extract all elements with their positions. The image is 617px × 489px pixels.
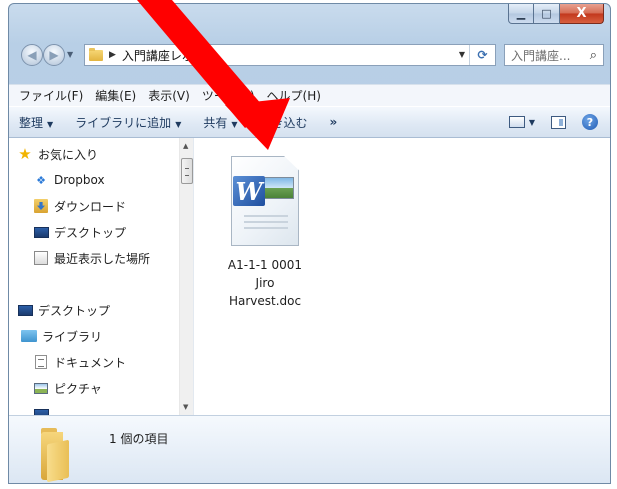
- desktop-icon: [17, 302, 33, 318]
- menu-file[interactable]: ファイル(F): [13, 87, 89, 104]
- tree-item-favorites[interactable]: ★ お気に入り: [17, 144, 98, 164]
- tree-item-libraries[interactable]: ライブラリ: [21, 326, 102, 346]
- file-name-line: Jiro: [255, 276, 275, 290]
- tree-label: ドキュメント: [54, 355, 127, 370]
- tree-item-recent-places[interactable]: 最近表示した場所: [33, 248, 150, 268]
- tree-label: ライブラリ: [42, 329, 103, 344]
- tree-item-downloads[interactable]: ダウンロード: [33, 196, 126, 216]
- scrollbar-thumb[interactable]: [181, 158, 193, 184]
- library-icon: [21, 328, 37, 344]
- explorer-window: ▁ □ X ◀ ▶ ▼ ▶ 入門講座レポート ▼ ⟳ 入門講座... ⌕ ファイ…: [8, 3, 611, 484]
- navigation-scrollbar[interactable]: ▲ ▼: [179, 138, 193, 415]
- add-to-library-label: ライブラリに追加: [75, 115, 172, 130]
- menu-edit[interactable]: 編集(E): [89, 87, 142, 104]
- caption-buttons: ▁ □ X: [508, 4, 604, 24]
- scroll-up-icon[interactable]: ▲: [183, 142, 188, 150]
- content-area: ★ お気に入り ❖ Dropbox ダウンロード デスクトップ 最近表示した場所: [9, 138, 610, 415]
- add-to-library-button[interactable]: ライブラリに追加 ▼: [75, 114, 181, 131]
- share-button[interactable]: 共有 ▼: [203, 114, 237, 131]
- address-bar[interactable]: ▶ 入門講座レポート ▼ ⟳: [84, 44, 496, 66]
- dropbox-icon: ❖: [36, 173, 46, 187]
- chevron-down-icon: ▼: [231, 119, 238, 129]
- share-label: 共有: [203, 115, 228, 130]
- menu-help[interactable]: ヘルプ(H): [261, 87, 327, 104]
- refresh-button[interactable]: ⟳: [469, 45, 495, 65]
- address-dropdown-icon[interactable]: ▼: [459, 50, 465, 59]
- view-controls: ▼ ?: [508, 114, 598, 130]
- document-lines: [244, 215, 288, 233]
- video-icon: [33, 406, 49, 415]
- organize-button[interactable]: 整理 ▼: [19, 114, 53, 131]
- chevron-down-icon[interactable]: ▼: [529, 118, 535, 127]
- navigation-row: ◀ ▶ ▼ ▶ 入門講座レポート ▼ ⟳ 入門講座... ⌕: [9, 41, 610, 69]
- tree-label: デスクトップ: [54, 225, 127, 240]
- navigation-pane: ★ お気に入り ❖ Dropbox ダウンロード デスクトップ 最近表示した場所: [9, 138, 194, 415]
- file-name-line: A1-1-1 0001: [227, 258, 303, 272]
- desktop-icon: [33, 224, 49, 240]
- search-icon[interactable]: ⌕: [590, 48, 597, 63]
- star-icon: ★: [18, 145, 32, 163]
- command-bar: 整理 ▼ ライブラリに追加 ▼ 共有 ▼ 書き込む » ▼ ?: [9, 106, 610, 138]
- tree-label: ピクチャ: [54, 381, 102, 396]
- address-path[interactable]: 入門講座レポート: [122, 47, 218, 64]
- tree-item-pictures[interactable]: ピクチャ: [33, 378, 102, 398]
- file-item[interactable]: W A1-1-1 0001 Jiro Harvest.doc: [215, 156, 315, 310]
- tree-item-desktop[interactable]: デスクトップ: [17, 300, 110, 320]
- close-button[interactable]: X: [560, 4, 604, 24]
- tree-label: Dropbox: [54, 173, 105, 187]
- folder-icon: [89, 47, 103, 61]
- maximize-button[interactable]: □: [534, 4, 560, 24]
- tree-label: 最近表示した場所: [54, 251, 151, 266]
- help-icon[interactable]: ?: [582, 114, 598, 130]
- tree-label: デスクトップ: [38, 303, 111, 318]
- tree-item-dropbox[interactable]: ❖ Dropbox: [33, 170, 105, 190]
- back-button[interactable]: ◀: [21, 44, 43, 66]
- tree-label: お気に入り: [38, 147, 99, 162]
- downloads-icon: [33, 198, 49, 214]
- file-name-line: Harvest.doc: [228, 294, 302, 308]
- change-view-icon[interactable]: [508, 116, 525, 128]
- burn-button[interactable]: 書き込む: [260, 114, 308, 131]
- organize-label: 整理: [19, 115, 44, 130]
- details-pane: 1 個の項目: [9, 415, 610, 483]
- recent-pages-dropdown[interactable]: ▼: [67, 50, 73, 59]
- search-input[interactable]: 入門講座... ⌕: [504, 44, 604, 66]
- menu-bar: ファイル(F) 編集(E) 表示(V) ツール(T) ヘルプ(H): [9, 84, 610, 106]
- minimize-button[interactable]: ▁: [508, 4, 534, 24]
- tree-label: ダウンロード: [54, 199, 127, 214]
- tree-item-documents[interactable]: ドキュメント: [33, 352, 126, 372]
- tree-item-partial[interactable]: [33, 404, 54, 415]
- menu-tools[interactable]: ツール(T): [196, 87, 261, 104]
- chevron-down-icon: ▼: [175, 119, 182, 129]
- folder-icon: [41, 428, 91, 483]
- menu-view[interactable]: 表示(V): [142, 87, 196, 104]
- scroll-down-icon[interactable]: ▼: [183, 403, 188, 411]
- document-picture: [264, 177, 294, 199]
- file-name[interactable]: A1-1-1 0001 Jiro Harvest.doc: [215, 256, 315, 310]
- chevron-right-icon[interactable]: ▶: [109, 50, 116, 60]
- file-list: W A1-1-1 0001 Jiro Harvest.doc: [195, 138, 610, 415]
- document-icon: [33, 354, 49, 370]
- recent-places-icon: [33, 250, 49, 266]
- tree-item-desktop-favorite[interactable]: デスクトップ: [33, 222, 126, 242]
- picture-icon: [33, 380, 49, 396]
- preview-pane-icon[interactable]: [551, 115, 566, 129]
- word-badge-icon: W: [233, 176, 265, 206]
- forward-button[interactable]: ▶: [43, 44, 65, 66]
- more-commands-button[interactable]: »: [330, 115, 338, 129]
- chevron-down-icon: ▼: [47, 119, 54, 129]
- search-placeholder: 入門講座...: [511, 48, 571, 63]
- item-count: 1 個の項目: [109, 432, 169, 446]
